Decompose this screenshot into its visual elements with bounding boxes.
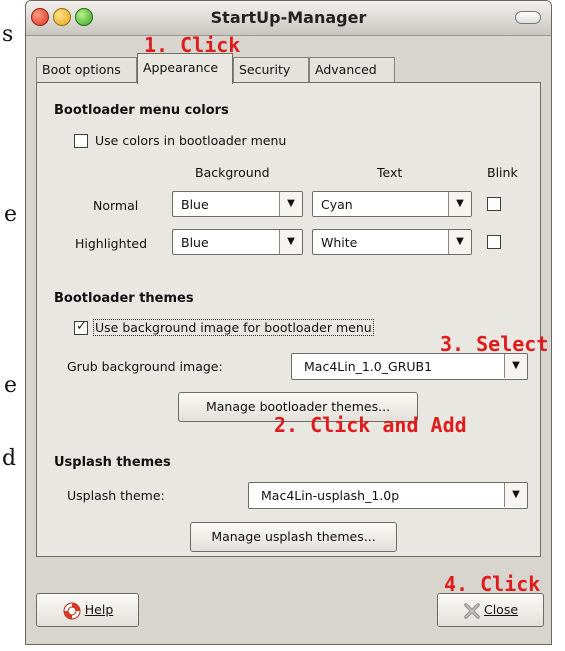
help-button[interactable]: Help	[36, 593, 139, 627]
bootloader-colors-heading: Bootloader menu colors	[54, 103, 229, 118]
select-value: Cyan	[321, 197, 353, 212]
annotation-step2: 2. Click and Add	[274, 413, 467, 437]
lifebuoy-icon	[63, 602, 81, 619]
normal-text-select[interactable]: Cyan ▼	[312, 191, 472, 217]
tab-advanced[interactable]: Advanced	[309, 57, 395, 83]
help-label: Help	[84, 602, 114, 617]
window-shade-button[interactable]	[515, 11, 541, 24]
annotation-step3: 3. Select	[440, 332, 549, 356]
dropdown-arrow-icon[interactable]: ▼	[448, 230, 471, 254]
close-label: Close	[483, 602, 519, 617]
select-value: Blue	[181, 197, 209, 212]
use-colors-checkbox[interactable]	[74, 134, 88, 148]
startup-manager-window: StartUp-Manager 1. Click Boot options Ap…	[25, 0, 552, 645]
use-bg-image-checkbox[interactable]	[74, 319, 88, 335]
highlighted-blink-checkbox[interactable]	[487, 235, 501, 249]
column-blink-header: Blink	[487, 165, 518, 180]
column-background-header: Background	[195, 165, 270, 180]
background-text-fragment: e	[4, 373, 18, 398]
bootloader-themes-heading: Bootloader themes	[54, 291, 194, 306]
background-text-fragment: d	[2, 446, 17, 471]
select-value: Mac4Lin_1.0_GRUB1	[304, 359, 433, 374]
grub-bg-select[interactable]: Mac4Lin_1.0_GRUB1 ▼	[291, 353, 528, 380]
select-value: White	[321, 235, 358, 250]
highlighted-background-select[interactable]: Blue ▼	[172, 229, 303, 255]
dropdown-arrow-icon[interactable]: ▼	[504, 354, 527, 378]
background-text-fragment: e	[4, 202, 18, 227]
usplash-theme-label: Usplash theme:	[67, 488, 165, 503]
select-value: Mac4Lin-usplash_1.0p	[261, 488, 400, 503]
close-x-icon	[464, 602, 480, 619]
tab-boot-options[interactable]: Boot options	[36, 57, 137, 83]
highlighted-text-select[interactable]: White ▼	[312, 229, 472, 255]
title-bar[interactable]: StartUp-Manager	[26, 1, 551, 36]
row-normal-label: Normal	[93, 198, 139, 213]
tab-security[interactable]: Security	[233, 57, 309, 83]
dropdown-arrow-icon[interactable]: ▼	[279, 192, 302, 216]
dropdown-arrow-icon[interactable]: ▼	[448, 192, 471, 216]
manage-usplash-themes-button[interactable]: Manage usplash themes...	[190, 522, 397, 552]
use-colors-label: Use colors in bootloader menu	[95, 133, 287, 148]
dropdown-arrow-icon[interactable]: ▼	[279, 230, 302, 254]
close-button[interactable]: Close	[437, 593, 544, 627]
tab-appearance[interactable]: Appearance	[137, 53, 233, 84]
column-text-header: Text	[377, 165, 403, 180]
dropdown-arrow-icon[interactable]: ▼	[504, 483, 527, 507]
row-highlighted-label: Highlighted	[75, 236, 148, 251]
usplash-theme-select[interactable]: Mac4Lin-usplash_1.0p ▼	[248, 482, 528, 509]
grub-bg-label: Grub background image:	[67, 359, 223, 374]
normal-blink-checkbox[interactable]	[487, 197, 501, 211]
background-text-fragment: s	[2, 22, 14, 47]
window-title: StartUp-Manager	[210, 8, 367, 27]
appearance-panel: Bootloader menu colors Use colors in boo…	[36, 82, 541, 557]
normal-background-select[interactable]: Blue ▼	[172, 191, 303, 217]
use-bg-image-label: Use background image for bootloader menu	[93, 319, 374, 336]
usplash-themes-heading: Usplash themes	[54, 455, 171, 470]
select-value: Blue	[181, 235, 209, 250]
